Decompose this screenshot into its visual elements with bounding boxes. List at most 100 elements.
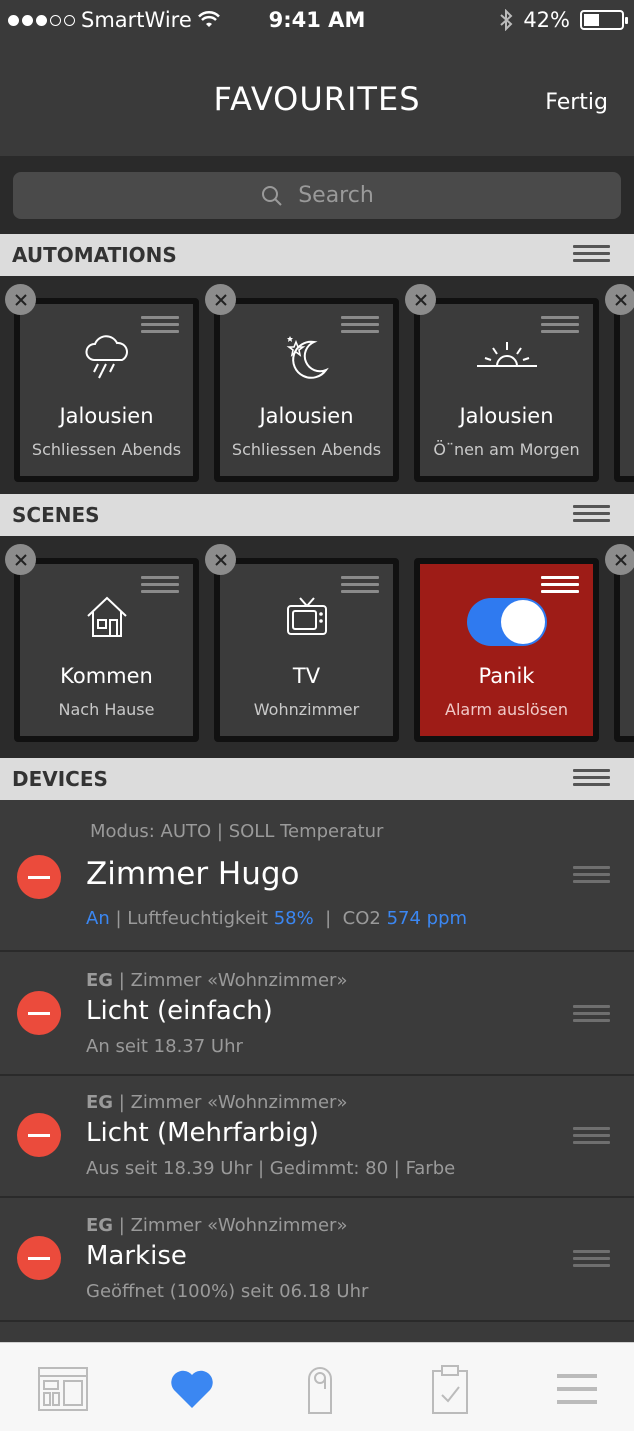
automations-strip[interactable]: Jalousien Schliessen Abends Jalousien Sc… — [0, 276, 634, 494]
remove-icon[interactable] — [5, 284, 36, 315]
search-input[interactable]: Search — [13, 172, 621, 219]
scene-card-partial[interactable] — [614, 558, 634, 742]
automation-card[interactable]: Jalousien Ö¨nen am Morgen — [414, 298, 599, 482]
device-status: An | Luftfeuchtigkeit 58% | CO2 574 ppm — [86, 908, 467, 929]
section-header-devices: DEVICES — [0, 758, 634, 800]
battery-icon — [580, 10, 628, 30]
device-status: An seit 18.37 Uhr — [86, 1036, 243, 1057]
device-location: EG | Zimmer «Wohnzimmer» — [86, 1215, 347, 1236]
humidity-label: | Luftfeuchtigkeit — [109, 908, 274, 929]
device-status: Aus seit 18.39 Uhr | Gedimmt: 80 | Farbe — [86, 1158, 456, 1179]
scene-subtitle: Nach Hause — [58, 700, 155, 719]
battery-percent: 42% — [523, 8, 570, 32]
tab-bar — [0, 1342, 634, 1431]
co2-value: 574 ppm — [386, 908, 468, 929]
drag-handle-icon[interactable] — [573, 769, 610, 790]
remove-icon[interactable] — [605, 544, 634, 575]
device-row[interactable]: EG | Zimmer «Wohnzimmer» Licht (Mehrfarb… — [0, 1076, 634, 1198]
device-row[interactable]: EG | Zimmer «Wohnzimmer» Markise Geöffne… — [0, 1198, 634, 1322]
house-icon — [86, 596, 127, 637]
section-title-scenes: SCENES — [12, 503, 100, 527]
device-row[interactable]: Modus: AUTO | SOLL Temperatur Zimmer Hug… — [0, 800, 634, 952]
floor-label: EG — [86, 970, 114, 991]
heart-icon — [171, 1370, 213, 1408]
tab-door-hanger[interactable] — [290, 1363, 350, 1415]
drag-handle-icon[interactable] — [573, 245, 610, 266]
scenes-strip[interactable]: Kommen Nach Hause TV Wohnzimmer Panik Al… — [0, 536, 634, 758]
search-bar-container: Search — [0, 156, 634, 234]
menu-icon — [557, 1374, 597, 1404]
tab-favourites[interactable] — [162, 1363, 222, 1415]
door-hanger-icon — [308, 1367, 332, 1414]
scene-card[interactable]: Kommen Nach Hause — [14, 558, 199, 742]
device-status: Geöffnet (100%) seit 06.18 Uhr — [86, 1281, 369, 1302]
device-location: EG | Zimmer «Wohnzimmer» — [86, 970, 347, 991]
drag-handle-icon[interactable] — [573, 1127, 610, 1148]
delete-icon[interactable] — [17, 1236, 61, 1280]
automation-subtitle: Schliessen Abends — [31, 440, 182, 459]
automation-card[interactable]: Jalousien Schliessen Abends — [14, 298, 199, 482]
scene-title: Panik — [478, 664, 535, 688]
remove-icon[interactable] — [5, 544, 36, 575]
room-label: | Zimmer «Wohnzimmer» — [113, 970, 348, 991]
automation-card-partial[interactable] — [614, 298, 634, 482]
delete-icon[interactable] — [17, 855, 61, 899]
remove-icon[interactable] — [405, 284, 436, 315]
device-name: Licht (Mehrfarbig) — [86, 1118, 319, 1148]
tab-clipboard[interactable] — [420, 1363, 480, 1415]
scene-subtitle: Wohnzimmer — [253, 700, 360, 719]
tab-menu[interactable] — [547, 1363, 607, 1415]
delete-icon[interactable] — [17, 1113, 61, 1157]
room-label: | Zimmer «Wohnzimmer» — [113, 1215, 348, 1236]
scene-card[interactable]: TV Wohnzimmer — [214, 558, 399, 742]
section-title-automations: AUTOMATIONS — [12, 243, 177, 267]
scene-subtitle: Alarm auslösen — [445, 700, 568, 719]
section-header-scenes: SCENES — [0, 494, 634, 536]
drag-handle-icon[interactable] — [573, 505, 610, 526]
device-name: Markise — [86, 1241, 187, 1271]
room-label: | Zimmer «Wohnzimmer» — [113, 1092, 348, 1113]
device-location: EG | Zimmer «Wohnzimmer» — [86, 1092, 347, 1113]
status-right: 42% — [499, 8, 628, 32]
nav-bar: FAVOURITES Fertig — [0, 40, 634, 156]
page-title: FAVOURITES — [213, 80, 421, 118]
device-mode: Modus: AUTO | SOLL Temperatur — [90, 821, 384, 842]
search-placeholder: Search — [298, 183, 374, 208]
section-title-devices: DEVICES — [12, 767, 108, 791]
search-icon — [262, 185, 282, 206]
device-state: An — [86, 908, 110, 929]
toggle-icon[interactable] — [466, 598, 547, 646]
floor-label: EG — [86, 1092, 114, 1113]
automation-subtitle: Ö¨nen am Morgen — [433, 440, 580, 459]
floor-label: EG — [86, 1215, 114, 1236]
drag-handle-icon[interactable] — [573, 866, 610, 887]
done-button[interactable]: Fertig — [545, 90, 608, 115]
device-name: Zimmer Hugo — [86, 856, 300, 892]
tab-dashboard[interactable] — [33, 1363, 93, 1415]
automation-title: Jalousien — [59, 404, 154, 428]
drag-handle-icon[interactable] — [573, 1250, 610, 1271]
section-header-automations: AUTOMATIONS — [0, 234, 634, 276]
dashboard-icon — [38, 1367, 88, 1411]
scene-card-active[interactable]: Panik Alarm auslösen — [414, 558, 599, 742]
humidity-value: 58% — [273, 908, 314, 929]
delete-icon[interactable] — [17, 991, 61, 1035]
automation-subtitle: Schliessen Abends — [231, 440, 382, 459]
automation-title: Jalousien — [459, 404, 554, 428]
scene-title: Kommen — [60, 664, 153, 688]
remove-icon[interactable] — [205, 284, 236, 315]
drag-handle-icon[interactable] — [573, 1005, 610, 1026]
device-row[interactable]: EG | Zimmer «Wohnzimmer» Licht (einfach)… — [0, 952, 634, 1076]
rain-cloud-icon — [85, 335, 128, 379]
status-bar: SmartWire 9:41 AM 42% — [0, 0, 634, 40]
remove-icon[interactable] — [605, 284, 634, 315]
device-name: Licht (einfach) — [86, 996, 273, 1026]
remove-icon[interactable] — [205, 544, 236, 575]
moon-stars-icon — [286, 336, 329, 379]
automation-card[interactable]: Jalousien Schliessen Abends — [214, 298, 399, 482]
clipboard-icon — [432, 1365, 468, 1414]
automation-title: Jalousien — [259, 404, 354, 428]
sunrise-icon — [476, 342, 537, 367]
tv-icon — [286, 597, 327, 635]
bluetooth-icon — [500, 9, 513, 31]
